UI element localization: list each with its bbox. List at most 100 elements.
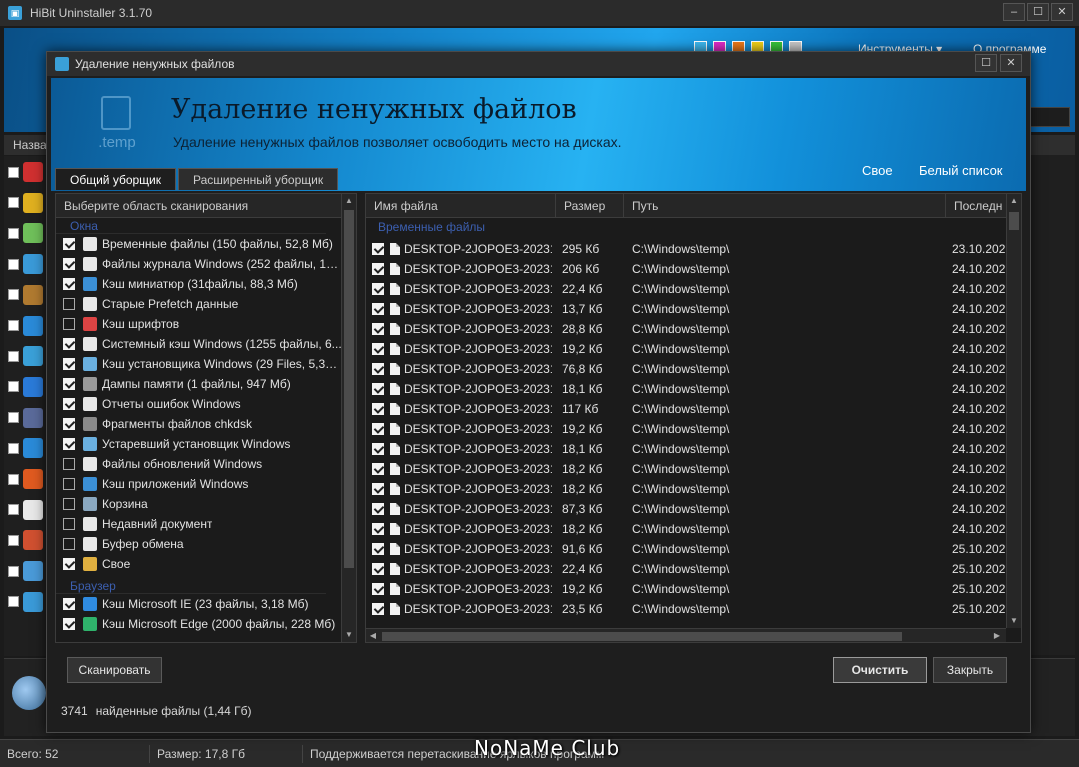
close-dialog-button[interactable]: Закрыть — [933, 657, 1007, 683]
scan-option-checkbox[interactable] — [63, 458, 75, 470]
table-row[interactable]: DESKTOP-2JOPOE3-20231... 19,2 Кб C:\Window… — [366, 419, 1006, 439]
file-checkbox[interactable] — [372, 523, 384, 535]
scan-option[interactable]: Отчеты ошибок Windows — [56, 394, 342, 414]
program-checkbox[interactable] — [8, 565, 19, 577]
scan-option-checkbox[interactable] — [63, 278, 75, 290]
file-checkbox[interactable] — [372, 283, 384, 295]
program-row[interactable] — [8, 528, 48, 552]
program-checkbox[interactable] — [8, 258, 19, 270]
scan-option[interactable]: Свое — [56, 554, 342, 574]
scan-option[interactable]: Кэш миниатюр (31файлы, 88,3 Мб) — [56, 274, 342, 294]
main-search-input[interactable] — [1030, 107, 1070, 127]
file-checkbox[interactable] — [372, 343, 384, 355]
files-scroll-down-icon[interactable]: ▼ — [1007, 614, 1021, 628]
scan-option[interactable]: Дампы памяти (1 файлы, 947 Мб) — [56, 374, 342, 394]
scan-option-checkbox[interactable] — [63, 298, 75, 310]
table-row[interactable]: DESKTOP-2JOPOE3-20231... 13,7 Кб C:\Window… — [366, 299, 1006, 319]
table-row[interactable]: DESKTOP-2JOPOE3-20231... 28,8 Кб C:\Window… — [366, 319, 1006, 339]
files-hscrollbar[interactable]: ◀ ▶ — [366, 628, 1006, 642]
scan-option[interactable]: Временные файлы (150 файлы, 52,8 Мб) — [56, 234, 342, 254]
scan-option[interactable]: Файлы обновлений Windows — [56, 454, 342, 474]
table-row[interactable]: DESKTOP-2JOPOE3-20231... 206 Кб C:\Windows… — [366, 259, 1006, 279]
file-checkbox[interactable] — [372, 503, 384, 515]
scan-option[interactable]: Корзина — [56, 494, 342, 514]
custom-link[interactable]: Свое — [862, 163, 893, 178]
scan-option-checkbox[interactable] — [63, 358, 75, 370]
program-row[interactable] — [8, 344, 48, 368]
scan-option[interactable]: Кэш Microsoft Edge (2000 файлы, 228 Мб) — [56, 614, 342, 634]
scan-option-checkbox[interactable] — [63, 538, 75, 550]
whitelist-link[interactable]: Белый список — [919, 163, 1003, 178]
table-row[interactable]: DESKTOP-2JOPOE3-20231... 117 Кб C:\Windows… — [366, 399, 1006, 419]
program-row[interactable] — [8, 160, 48, 184]
scan-option-checkbox[interactable] — [63, 258, 75, 270]
scan-option[interactable]: Кэш Microsoft IE (23 файлы, 3,18 Мб) — [56, 594, 342, 614]
file-checkbox[interactable] — [372, 423, 384, 435]
program-checkbox[interactable] — [8, 504, 19, 516]
minimize-button[interactable]: – — [1003, 3, 1025, 21]
file-checkbox[interactable] — [372, 243, 384, 255]
scrollbar-thumb[interactable] — [344, 210, 354, 568]
tab-general-cleaner[interactable]: Общий уборщик — [55, 168, 177, 190]
scan-option-checkbox[interactable] — [63, 438, 75, 450]
scan-option-checkbox[interactable] — [63, 598, 75, 610]
scan-option-checkbox[interactable] — [63, 238, 75, 250]
scan-option-checkbox[interactable] — [63, 338, 75, 350]
program-checkbox[interactable] — [8, 197, 19, 209]
file-checkbox[interactable] — [372, 443, 384, 455]
scan-option[interactable]: Файлы журнала Windows (252 файлы, 147... — [56, 254, 342, 274]
col-filename[interactable]: Имя файла — [366, 194, 556, 218]
table-row[interactable]: DESKTOP-2JOPOE3-20231... 23,5 Кб C:\Window… — [366, 599, 1006, 619]
close-button[interactable]: ✕ — [1051, 3, 1073, 21]
file-checkbox[interactable] — [372, 403, 384, 415]
scroll-down-icon[interactable]: ▼ — [342, 628, 356, 642]
file-checkbox[interactable] — [372, 323, 384, 335]
scan-option-checkbox[interactable] — [63, 478, 75, 490]
table-row[interactable]: DESKTOP-2JOPOE3-20231... 18,1 Кб C:\Window… — [366, 439, 1006, 459]
program-checkbox[interactable] — [8, 412, 19, 424]
scroll-right-icon[interactable]: ▶ — [990, 629, 1004, 642]
program-row[interactable] — [8, 436, 48, 460]
program-checkbox[interactable] — [8, 166, 19, 178]
clean-button[interactable]: Очистить — [833, 657, 927, 683]
scan-option-checkbox[interactable] — [63, 618, 75, 630]
scan-option-checkbox[interactable] — [63, 318, 75, 330]
table-row[interactable]: DESKTOP-2JOPOE3-20231... 22,4 Кб C:\Window… — [366, 559, 1006, 579]
program-row[interactable] — [8, 221, 48, 245]
scan-option-checkbox[interactable] — [63, 378, 75, 390]
col-size[interactable]: Размер — [556, 194, 624, 218]
program-checkbox[interactable] — [8, 596, 19, 608]
main-list-header-name[interactable]: Назва — [4, 135, 48, 155]
files-vscrollbar[interactable]: ▲ ▼ — [1006, 194, 1021, 628]
table-row[interactable]: DESKTOP-2JOPOE3-20231... 18,2 Кб C:\Window… — [366, 519, 1006, 539]
table-row[interactable]: DESKTOP-2JOPOE3-20231... 295 Кб C:\Windows… — [366, 239, 1006, 259]
table-row[interactable]: DESKTOP-2JOPOE3-20231... 87,3 Кб C:\Window… — [366, 499, 1006, 519]
program-checkbox[interactable] — [8, 534, 19, 546]
tab-advanced-cleaner[interactable]: Расширенный уборщик — [178, 168, 339, 190]
program-row[interactable] — [8, 314, 48, 338]
table-row[interactable]: DESKTOP-2JOPOE3-20231... 19,2 Кб C:\Window… — [366, 339, 1006, 359]
files-vscroll-thumb[interactable] — [1009, 212, 1019, 230]
file-checkbox[interactable] — [372, 383, 384, 395]
table-row[interactable]: DESKTOP-2JOPOE3-20231... 18,2 Кб C:\Window… — [366, 459, 1006, 479]
program-checkbox[interactable] — [8, 289, 19, 301]
scroll-up-icon[interactable]: ▲ — [342, 194, 356, 208]
program-row[interactable] — [8, 590, 48, 614]
files-scroll-up-icon[interactable]: ▲ — [1007, 194, 1021, 208]
file-checkbox[interactable] — [372, 263, 384, 275]
scan-option[interactable]: Устаревший установщик Windows — [56, 434, 342, 454]
table-row[interactable]: DESKTOP-2JOPOE3-20231... 18,1 Кб C:\Window… — [366, 379, 1006, 399]
dialog-close-button[interactable]: ✕ — [1000, 54, 1022, 72]
scan-option-checkbox[interactable] — [63, 498, 75, 510]
program-checkbox[interactable] — [8, 227, 19, 239]
program-row[interactable] — [8, 375, 48, 399]
scan-option[interactable]: Кэш установщика Windows (29 Files, 5,38 … — [56, 354, 342, 374]
dialog-maximize-button[interactable]: ☐ — [975, 54, 997, 72]
scan-option[interactable]: Фрагменты файлов chkdsk — [56, 414, 342, 434]
files-hscroll-thumb[interactable] — [382, 632, 902, 641]
program-row[interactable] — [8, 467, 48, 491]
scan-area-scrollbar[interactable]: ▲ ▼ — [341, 194, 356, 642]
col-last-modified[interactable]: Последн — [946, 194, 1006, 218]
file-checkbox[interactable] — [372, 463, 384, 475]
table-row[interactable]: DESKTOP-2JOPOE3-20231... 19,2 Кб C:\Window… — [366, 579, 1006, 599]
